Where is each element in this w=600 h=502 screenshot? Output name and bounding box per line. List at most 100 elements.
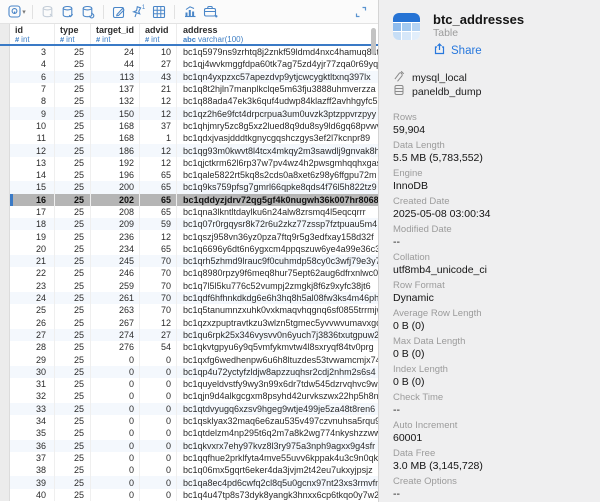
cell-address[interactable]: bc1qsklyax32maq6e6zau535v497czvnuhsa5rqu… [177,415,378,427]
cell-address[interactable]: bc1qxfg6wedhenpw6u6h8ltuzdes53tvwamcmjx7… [177,353,378,365]
database-item[interactable]: paneldb_dump [393,85,590,99]
cell-type[interactable]: 25 [55,280,91,292]
safe-mode-button[interactable]: ▾ [7,3,27,21]
cell-id[interactable]: 28 [10,341,55,353]
table-row[interactable]: 252526370bc1q5tanumnzxuhk0vxkmaqvhqgnq6s… [0,304,378,316]
cell-advid[interactable]: 0 [140,403,177,415]
table-row[interactable]: 382500bc1q06mx5gqrt6eker4da3jvjm2t42eu7u… [0,464,378,476]
cell-advid[interactable]: 70 [140,255,177,267]
table-row[interactable]: 152520065bc1q9ks759pfsg7gmrl66qpke8qds4f… [0,181,378,193]
cell-address[interactable]: bc1q88ada47ek3k6quf4udwp84klazff2avhhgyf… [177,95,378,107]
table-row[interactable]: 172520865bc1qna3lkntltdaylku6n24alw8zrsm… [0,206,378,218]
cell-target_id[interactable]: 276 [91,341,140,353]
cell-id[interactable]: 12 [10,144,55,156]
cell-target_id[interactable]: 113 [91,71,140,83]
table-row[interactable]: 352500bc1qtdelzm4np295t6q2m7a8k2wg774nky… [0,427,378,439]
cell-type[interactable]: 25 [55,132,91,144]
cell-id[interactable]: 20 [10,243,55,255]
cell-advid[interactable]: 12 [140,317,177,329]
cell-type[interactable]: 25 [55,267,91,279]
table-row[interactable]: 392500bc1qa8ec4pd6cwfq2cl8q5u0gcnx97nt23… [0,476,378,488]
cell-type[interactable]: 25 [55,378,91,390]
cell-type[interactable]: 25 [55,317,91,329]
cell-advid[interactable]: 0 [140,440,177,452]
cell-address[interactable]: bc1q07r0rgqysr8k72r6u2zkz77zssp7fztpuau5… [177,218,378,230]
table-row[interactable]: 282527654bc1qkvtgpyu6y9q5vmfykmvtw4l8sxr… [0,341,378,353]
row-gutter[interactable] [0,329,10,341]
cell-target_id[interactable]: 0 [91,378,140,390]
table-row[interactable]: 262526712bc1qzxzpuptravtkzu3wlzn5tgmec5y… [0,317,378,329]
cell-address[interactable]: bc1qszj958vn36yz0pza7ftq9r5g3edfxay158d3… [177,230,378,242]
cell-target_id[interactable]: 0 [91,415,140,427]
cell-advid[interactable]: 0 [140,464,177,476]
cell-type[interactable]: 25 [55,341,91,353]
row-gutter[interactable] [0,390,10,402]
row-gutter[interactable] [0,267,10,279]
cell-address[interactable]: bc1qz2h6e9fct4drpcrpua3um0uvzk3ptzppvrzp… [177,107,378,119]
cell-advid[interactable]: 12 [140,95,177,107]
cell-address[interactable]: bc1qkvtgpyu6y9q5vmfykmvtw4l8sxryqf84tv0p… [177,341,378,353]
cell-id[interactable]: 32 [10,390,55,402]
row-gutter[interactable] [0,341,10,353]
cell-advid[interactable]: 0 [140,366,177,378]
table-row[interactable]: 122518612bc1qg93m0kwvt8l4tcx4mkqy2m3sawd… [0,144,378,156]
table-row[interactable]: 222524670bc1q8980rpzy9f6meq8hur75ept62au… [0,267,378,279]
cell-id[interactable]: 21 [10,255,55,267]
cell-id[interactable]: 4 [10,58,55,70]
cell-type[interactable]: 25 [55,169,91,181]
cell-id[interactable]: 18 [10,218,55,230]
row-gutter[interactable] [0,206,10,218]
table-row[interactable]: 182520959bc1q07r0rgqysr8k72r6u2zkz77zssp… [0,218,378,230]
cell-target_id[interactable]: 234 [91,243,140,255]
cell-advid[interactable]: 0 [140,415,177,427]
cell-target_id[interactable]: 24 [91,46,140,58]
cell-advid[interactable]: 0 [140,427,177,439]
row-gutter[interactable] [0,107,10,119]
cell-advid[interactable]: 59 [140,218,177,230]
cell-address[interactable]: bc1qrh5zhmd9lrauc9f0cuhmdp58cy0c3wfj79e3… [177,255,378,267]
cell-address[interactable]: bc1q4u47tp8s73dyk8yangk3hnxx6cp6tkqo0y7w… [177,489,378,501]
cell-id[interactable]: 23 [10,280,55,292]
cell-type[interactable]: 25 [55,144,91,156]
cell-type[interactable]: 25 [55,415,91,427]
table-row[interactable]: 132519212bc1qjctkrm62l6rp37w7pv4wz4h2pws… [0,157,378,169]
cell-advid[interactable]: 65 [140,181,177,193]
table-row[interactable]: 372500bc1qqfhue2prklfyta4mve55uvv6kppak4… [0,452,378,464]
verify-button[interactable] [58,3,78,21]
cell-advid[interactable]: 70 [140,292,177,304]
row-gutter[interactable] [0,464,10,476]
cell-type[interactable]: 25 [55,83,91,95]
row-gutter[interactable] [0,144,10,156]
row-gutter[interactable] [0,403,10,415]
row-gutter[interactable] [0,181,10,193]
cell-target_id[interactable]: 202 [91,194,140,206]
table-row[interactable]: 362500bc1qkvxrx7ehy97kvz8l3ry975a3nph9ag… [0,440,378,452]
cell-type[interactable]: 25 [55,403,91,415]
cell-type[interactable]: 25 [55,329,91,341]
cell-target_id[interactable]: 0 [91,403,140,415]
cell-advid[interactable]: 37 [140,120,177,132]
cell-id[interactable]: 34 [10,415,55,427]
cell-address[interactable]: bc1q5tanumnzxuhk0vxkmaqvhqgnq6sf0855trrm… [177,304,378,316]
cell-id[interactable]: 15 [10,181,55,193]
cell-target_id[interactable]: 246 [91,267,140,279]
cell-type[interactable]: 25 [55,206,91,218]
cell-type[interactable]: 25 [55,194,91,206]
column-header-type[interactable]: type#int [55,24,91,44]
cell-address[interactable]: bc1qtdelzm4np295t6q2m7a8k2wg774nkyshzzww… [177,427,378,439]
cell-address[interactable]: bc1qqfhue2prklfyta4mve55uvv6kppak4u3c9n0… [177,452,378,464]
cell-target_id[interactable]: 0 [91,452,140,464]
cell-target_id[interactable]: 274 [91,329,140,341]
cell-id[interactable]: 19 [10,230,55,242]
cell-type[interactable]: 25 [55,390,91,402]
chart-button[interactable] [180,3,200,21]
column-header-address[interactable]: addressabcvarchar(100) [177,24,378,44]
table-row[interactable]: 192523612bc1qszj958vn36yz0pza7ftq9r5g3ed… [0,230,378,242]
row-gutter[interactable] [0,132,10,144]
row-gutter[interactable] [0,157,10,169]
cell-type[interactable]: 25 [55,304,91,316]
cell-target_id[interactable]: 196 [91,169,140,181]
cell-target_id[interactable]: 261 [91,292,140,304]
cell-id[interactable]: 25 [10,304,55,316]
cell-type[interactable]: 25 [55,243,91,255]
